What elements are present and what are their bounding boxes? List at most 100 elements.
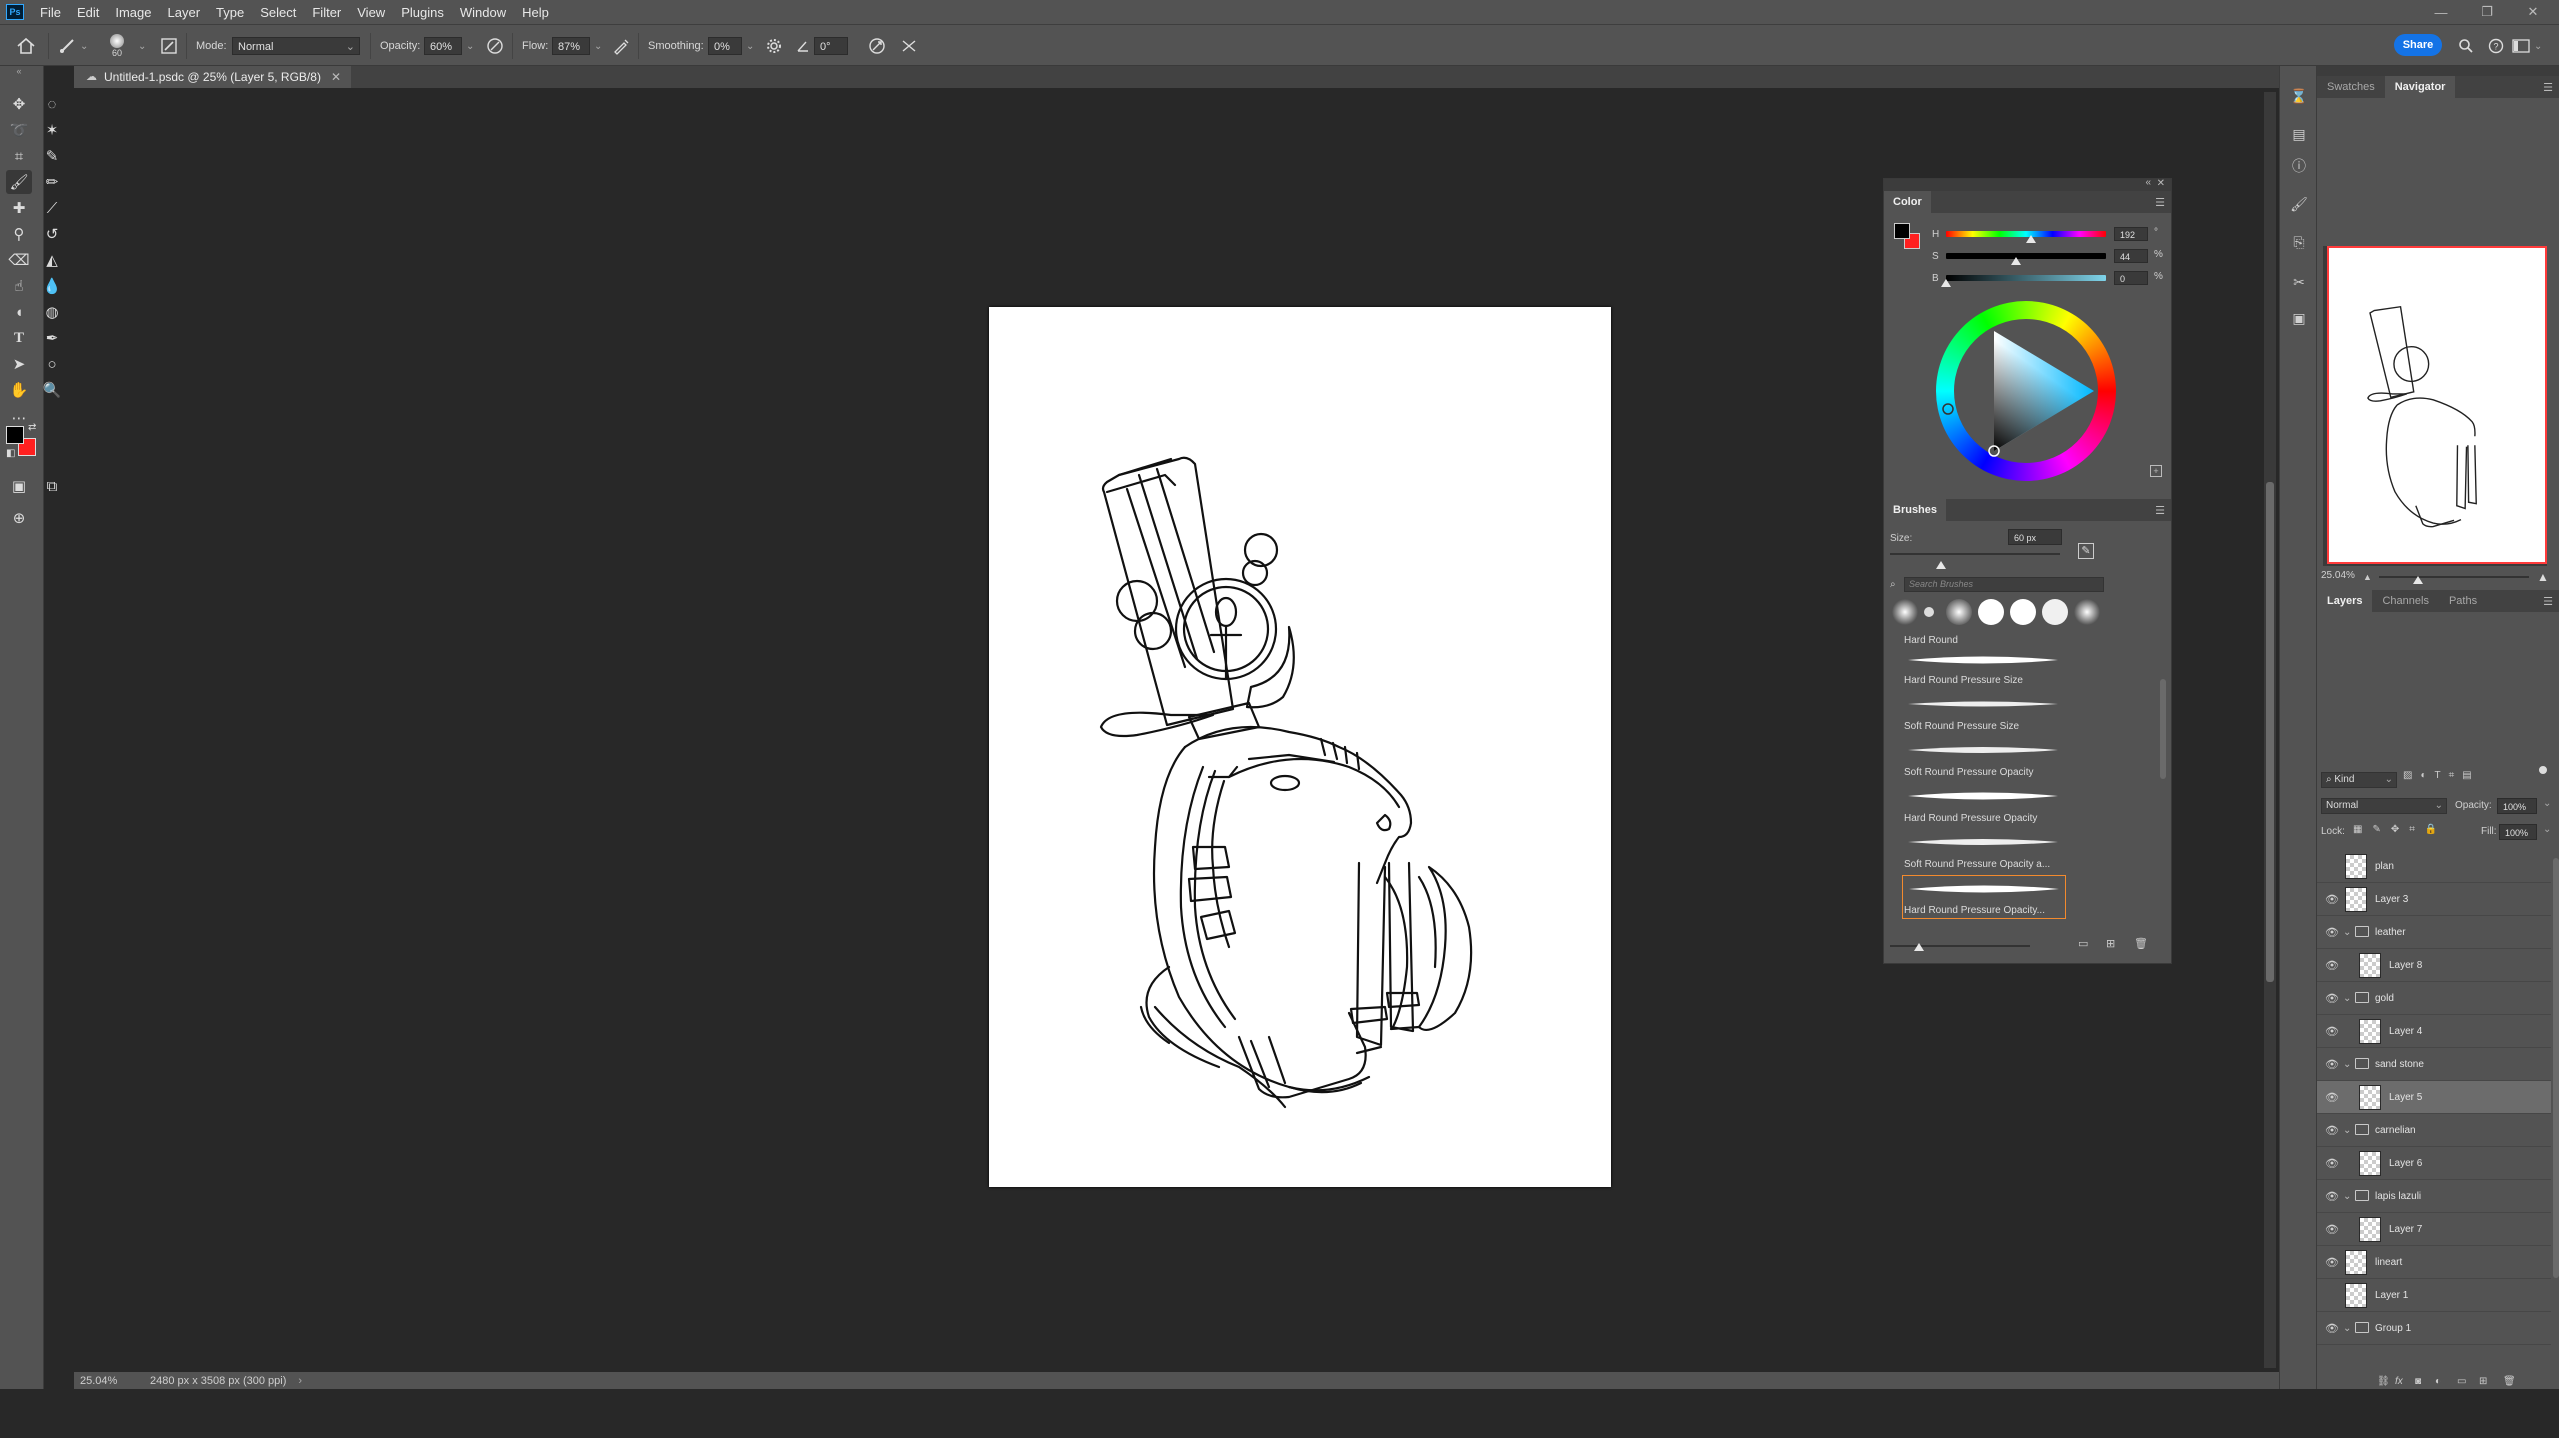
lock-icons[interactable]: ▦✎✥⌗🔒 — [2353, 824, 2447, 835]
healing-brush-tool-icon[interactable]: ✚ — [6, 196, 32, 220]
swap-colors-icon[interactable]: ⇄ — [28, 422, 36, 433]
tab-swatches[interactable]: Swatches — [2317, 76, 2385, 98]
restore-window-icon[interactable]: ❐ — [2464, 0, 2510, 24]
layer-row[interactable]: Layer 1 — [2317, 1279, 2551, 1312]
layer-row[interactable]: 👁 Layer 4 — [2317, 1015, 2551, 1048]
recent-brush-6[interactable] — [2042, 599, 2068, 625]
recent-brush-1[interactable] — [1892, 599, 1918, 625]
toolbar-collapse-icon[interactable]: « — [6, 66, 32, 76]
default-colors-icon[interactable]: ◧ — [6, 448, 15, 459]
brush-stroke-preview-5[interactable] — [1904, 833, 2062, 851]
tab-navigator[interactable]: Navigator — [2384, 76, 2456, 98]
layer-row[interactable]: 👁 ⌄ gold — [2317, 982, 2551, 1015]
layer-row[interactable]: 👁 Layer 3 — [2317, 883, 2551, 916]
menu-image[interactable]: Image — [107, 5, 159, 20]
color-panel-foreground-swatch[interactable] — [1894, 223, 1910, 239]
layer-thumbnail[interactable] — [2359, 953, 2381, 978]
brush-tool-icon[interactable]: 🖌 — [6, 170, 32, 194]
magic-wand-tool-icon[interactable]: ✶ — [39, 118, 65, 142]
eraser-tool-icon[interactable]: ⌫ — [6, 248, 32, 272]
tool-presets-icon[interactable]: ✂ — [2289, 272, 2309, 292]
clone-source-icon[interactable]: ⎘ — [2289, 232, 2309, 252]
color-options-icon[interactable]: + — [2150, 465, 2162, 477]
brush-angle-input[interactable]: 0° — [814, 37, 848, 55]
clone-stamp-tool-icon[interactable]: ⚲ — [6, 222, 32, 246]
brightness-slider-thumb[interactable] — [1941, 279, 1951, 287]
airbrush-icon[interactable] — [612, 25, 630, 67]
close-tab-icon[interactable]: ✕ — [331, 70, 341, 84]
close-window-icon[interactable]: ✕ — [2510, 0, 2556, 24]
layer-list-scrollbar[interactable] — [2553, 858, 2559, 1278]
smoothing-gear-icon[interactable] — [766, 25, 782, 67]
navigator-preview[interactable] — [2327, 246, 2547, 564]
brightness-input[interactable]: 0 — [2114, 271, 2148, 285]
hand-tool-icon[interactable]: ✋ — [6, 378, 32, 402]
new-group-icon[interactable]: ▭ — [2457, 1376, 2466, 1387]
brush-size-input[interactable]: 60 px — [2008, 529, 2062, 545]
flow-input[interactable]: 87% — [552, 37, 590, 55]
color-wheel[interactable] — [1936, 301, 2116, 481]
visibility-eye-icon[interactable]: 👁 — [2325, 1025, 2339, 1038]
home-icon[interactable] — [16, 25, 36, 67]
visibility-eye-icon[interactable]: 👁 — [2325, 1223, 2339, 1236]
blend-mode-select[interactable]: Normal ⌄ — [2321, 798, 2447, 814]
menu-select[interactable]: Select — [252, 5, 304, 20]
saturation-slider-thumb[interactable] — [2011, 257, 2022, 265]
navigator-zoom-slider[interactable] — [2379, 576, 2529, 578]
panel-close-icon[interactable]: ✕ — [2157, 178, 2165, 189]
layer-fx-icon[interactable]: fx — [2395, 1376, 2403, 1387]
mode-select[interactable]: Normal ⌄ — [232, 37, 360, 55]
layer-filter-icons[interactable]: ▨◐T⌗▤ — [2403, 770, 2480, 781]
group-expand-icon[interactable]: ⌄ — [2343, 916, 2351, 949]
layer-thumbnail[interactable] — [2345, 887, 2367, 912]
navigator-menu-icon[interactable]: ☰ — [2543, 81, 2553, 94]
recent-brush-3[interactable] — [1946, 599, 1972, 625]
zoom-tool-icon[interactable]: 🔍 — [39, 378, 65, 402]
new-layer-icon[interactable]: ⊞ — [2479, 1376, 2487, 1387]
smoothing-input[interactable]: 0% — [708, 37, 742, 55]
link-layers-icon[interactable]: ⛓ — [2377, 1376, 2390, 1387]
layer-row[interactable]: 👁 ⌄ sand stone — [2317, 1048, 2551, 1081]
group-expand-icon[interactable]: ⌄ — [2343, 982, 2351, 1015]
symmetry-icon[interactable] — [900, 25, 918, 67]
new-brush-icon[interactable]: ⊞ — [2106, 937, 2115, 950]
menu-window[interactable]: Window — [452, 5, 514, 20]
status-chevron-icon[interactable]: › — [298, 1375, 302, 1387]
recent-brush-4[interactable] — [1978, 599, 2004, 625]
path-selection-tool-icon[interactable]: ➤ — [6, 352, 32, 376]
eyedropper-tool-icon[interactable]: ✎ — [39, 144, 65, 168]
vertical-scrollbar-thumb[interactable] — [2266, 482, 2274, 982]
search-icon[interactable] — [2458, 25, 2474, 67]
brush-item-label-2[interactable]: Soft Round Pressure Size — [1904, 721, 2019, 732]
tab-layers[interactable]: Layers — [2317, 590, 2373, 612]
visibility-off-icon[interactable] — [2325, 1289, 2339, 1301]
layer-opacity-input[interactable]: 100% — [2497, 798, 2537, 814]
color-panel-title[interactable]: Color — [1884, 191, 1931, 213]
brush-item-label-5[interactable]: Soft Round Pressure Opacity a... — [1904, 859, 2050, 870]
add-mask-icon[interactable]: ◙ — [2415, 1376, 2421, 1387]
visibility-eye-icon[interactable]: 👁 — [2325, 992, 2339, 1005]
smudge-tool-icon[interactable]: ☝ — [6, 274, 32, 298]
foreground-color-swatch[interactable] — [6, 426, 24, 444]
visibility-eye-icon[interactable]: 👁 — [2325, 1322, 2339, 1335]
share-button[interactable]: Share — [2394, 34, 2442, 56]
pressure-size-icon[interactable] — [868, 25, 886, 67]
workspace-icon[interactable]: ⌄ — [2512, 25, 2542, 67]
layer-row[interactable]: 👁 Layer 5 — [2317, 1081, 2551, 1114]
brightness-slider[interactable] — [1946, 275, 2106, 281]
visibility-off-icon[interactable] — [2325, 860, 2339, 872]
recent-brush-2[interactable] — [1924, 607, 1934, 617]
marquee-tool-icon[interactable]: ◌ — [39, 92, 65, 116]
layer-thumbnail[interactable] — [2359, 1151, 2381, 1176]
layer-thumbnail[interactable] — [2345, 1283, 2367, 1308]
group-expand-icon[interactable]: ⌄ — [2343, 1048, 2351, 1081]
document-canvas[interactable] — [989, 307, 1611, 1187]
filter-toggle-icon[interactable] — [2539, 766, 2547, 774]
menu-type[interactable]: Type — [208, 5, 252, 20]
opacity-input[interactable]: 60% — [424, 37, 462, 55]
color-panel-menu-icon[interactable]: ☰ — [2155, 196, 2165, 209]
minimize-window-icon[interactable]: — — [2418, 0, 2464, 24]
layer-fill-input[interactable]: 100% — [2499, 824, 2537, 840]
delete-brush-icon[interactable]: 🗑 — [2134, 937, 2148, 950]
sponge-tool-icon[interactable]: ◍ — [39, 300, 65, 324]
